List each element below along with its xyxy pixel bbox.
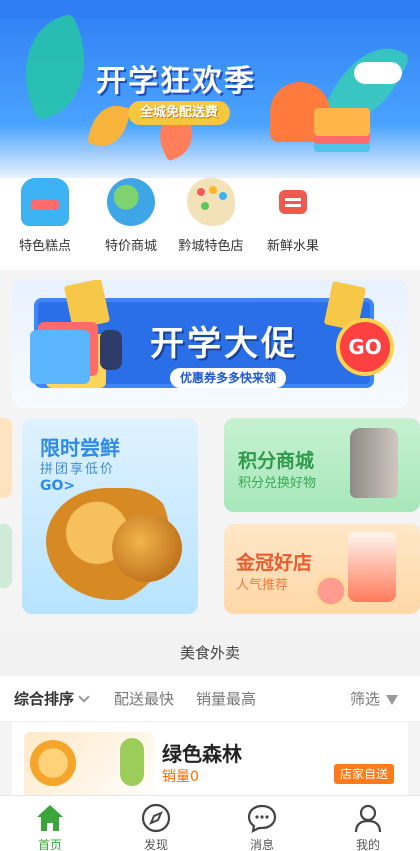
category-item-local-store[interactable]: 黔城特色店: [166, 178, 256, 254]
category-label: 新鲜水果: [266, 239, 319, 254]
category-item-fruit[interactable]: 新鲜水果: [248, 178, 338, 254]
promo-title: 开学大促: [150, 324, 298, 364]
user-icon: [354, 804, 382, 833]
fruit-icon: [279, 190, 307, 214]
compass-icon: [141, 803, 171, 833]
promo-banner[interactable]: 开学大促 优惠券多多快来领 GO: [12, 280, 408, 408]
tab-label: 消息: [249, 838, 274, 851]
ticket-icon: [63, 280, 111, 330]
feature-title: 积分商城: [238, 450, 315, 472]
sort-bar: 综合排序 配送最快 销量最高 筛选: [0, 676, 420, 722]
message-icon: [247, 804, 277, 833]
decor-cloud: [354, 62, 402, 84]
promo-subtitle: 优惠券多多快来领: [170, 368, 287, 388]
feature-subtitle: 拼团享低价: [40, 462, 116, 477]
feature-title: 金冠好店: [236, 552, 313, 574]
decor-leaf: [86, 100, 132, 152]
category-label: 特价商城: [104, 239, 157, 254]
person-illustration: [100, 330, 122, 370]
sort-top-sales[interactable]: 销量最高: [196, 676, 256, 722]
category-item-mall[interactable]: 特价商城: [86, 178, 176, 254]
grapefruit-image: [314, 574, 348, 608]
feature-subtitle: 人气推荐: [236, 578, 289, 593]
category-label: 特色糕点: [18, 239, 71, 254]
go-button[interactable]: GO: [340, 322, 390, 372]
filter-label: 筛选: [350, 690, 381, 708]
feature-subtitle: 积分兑换好物: [238, 476, 317, 491]
hero-banner[interactable]: 开学狂欢季 全城免配送费: [0, 0, 420, 178]
app-home: 开学狂欢季 全城免配送费 特色糕点 特价商城 黔城特色店 新鲜水果 开学大促 优…: [0, 0, 420, 851]
section-title: 美食外卖: [0, 630, 420, 676]
bottom-tab-bar: 首页 发现 消息 我的: [0, 795, 420, 851]
feature-card-limited[interactable]: 限时尝鲜 拼团享低价 GO>: [22, 418, 198, 614]
tab-messages[interactable]: 消息: [222, 796, 302, 851]
globe-icon: [107, 178, 155, 226]
tab-label: 我的: [355, 838, 380, 851]
store-sales: 销量0: [162, 769, 199, 785]
feature-card-top-stores[interactable]: 金冠好店 人气推荐: [224, 524, 420, 614]
tab-discover[interactable]: 发现: [116, 796, 196, 851]
home-icon: [37, 805, 63, 831]
feature-cards: 限时尝鲜 拼团享低价 GO> 积分商城 积分兑换好物 金冠好店 人气推荐: [0, 418, 420, 628]
backpack-icon: [21, 178, 69, 226]
palette-icon: [187, 178, 235, 226]
tab-profile[interactable]: 我的: [328, 796, 408, 851]
tab-label: 首页: [37, 838, 62, 851]
sort-comprehensive[interactable]: 综合排序: [14, 676, 90, 722]
hero-title: 开学狂欢季: [96, 64, 256, 99]
juice-image: [348, 532, 396, 602]
hero-pill: 全城免配送费: [128, 101, 231, 125]
sort-label: 综合排序: [14, 690, 75, 708]
decor-leaf: [6, 12, 104, 122]
sort-fastest[interactable]: 配送最快: [114, 676, 174, 722]
filter-button[interactable]: 筛选: [350, 676, 399, 722]
feature-cta[interactable]: GO>: [40, 478, 75, 494]
kettle-image: [350, 428, 398, 498]
chevron-down-icon: [78, 691, 90, 703]
tab-label: 发现: [143, 838, 168, 851]
category-item-pastry[interactable]: 特色糕点: [0, 178, 90, 254]
delivery-badge: 店家自送: [333, 764, 394, 784]
feature-card-points-mall[interactable]: 积分商城 积分兑换好物: [224, 418, 420, 512]
filter-icon: [386, 695, 399, 705]
category-grid: 特色糕点 特价商城 黔城特色店 新鲜水果: [0, 178, 420, 270]
book-stack-illustration: [314, 108, 370, 136]
feature-title: 限时尝鲜: [40, 436, 120, 460]
tab-home[interactable]: 首页: [10, 796, 90, 851]
books-illustration: [30, 330, 90, 384]
fried-chicken-image: [112, 514, 182, 582]
category-label: 黔城特色店: [178, 239, 244, 254]
store-name: 绿色森林: [162, 742, 242, 766]
